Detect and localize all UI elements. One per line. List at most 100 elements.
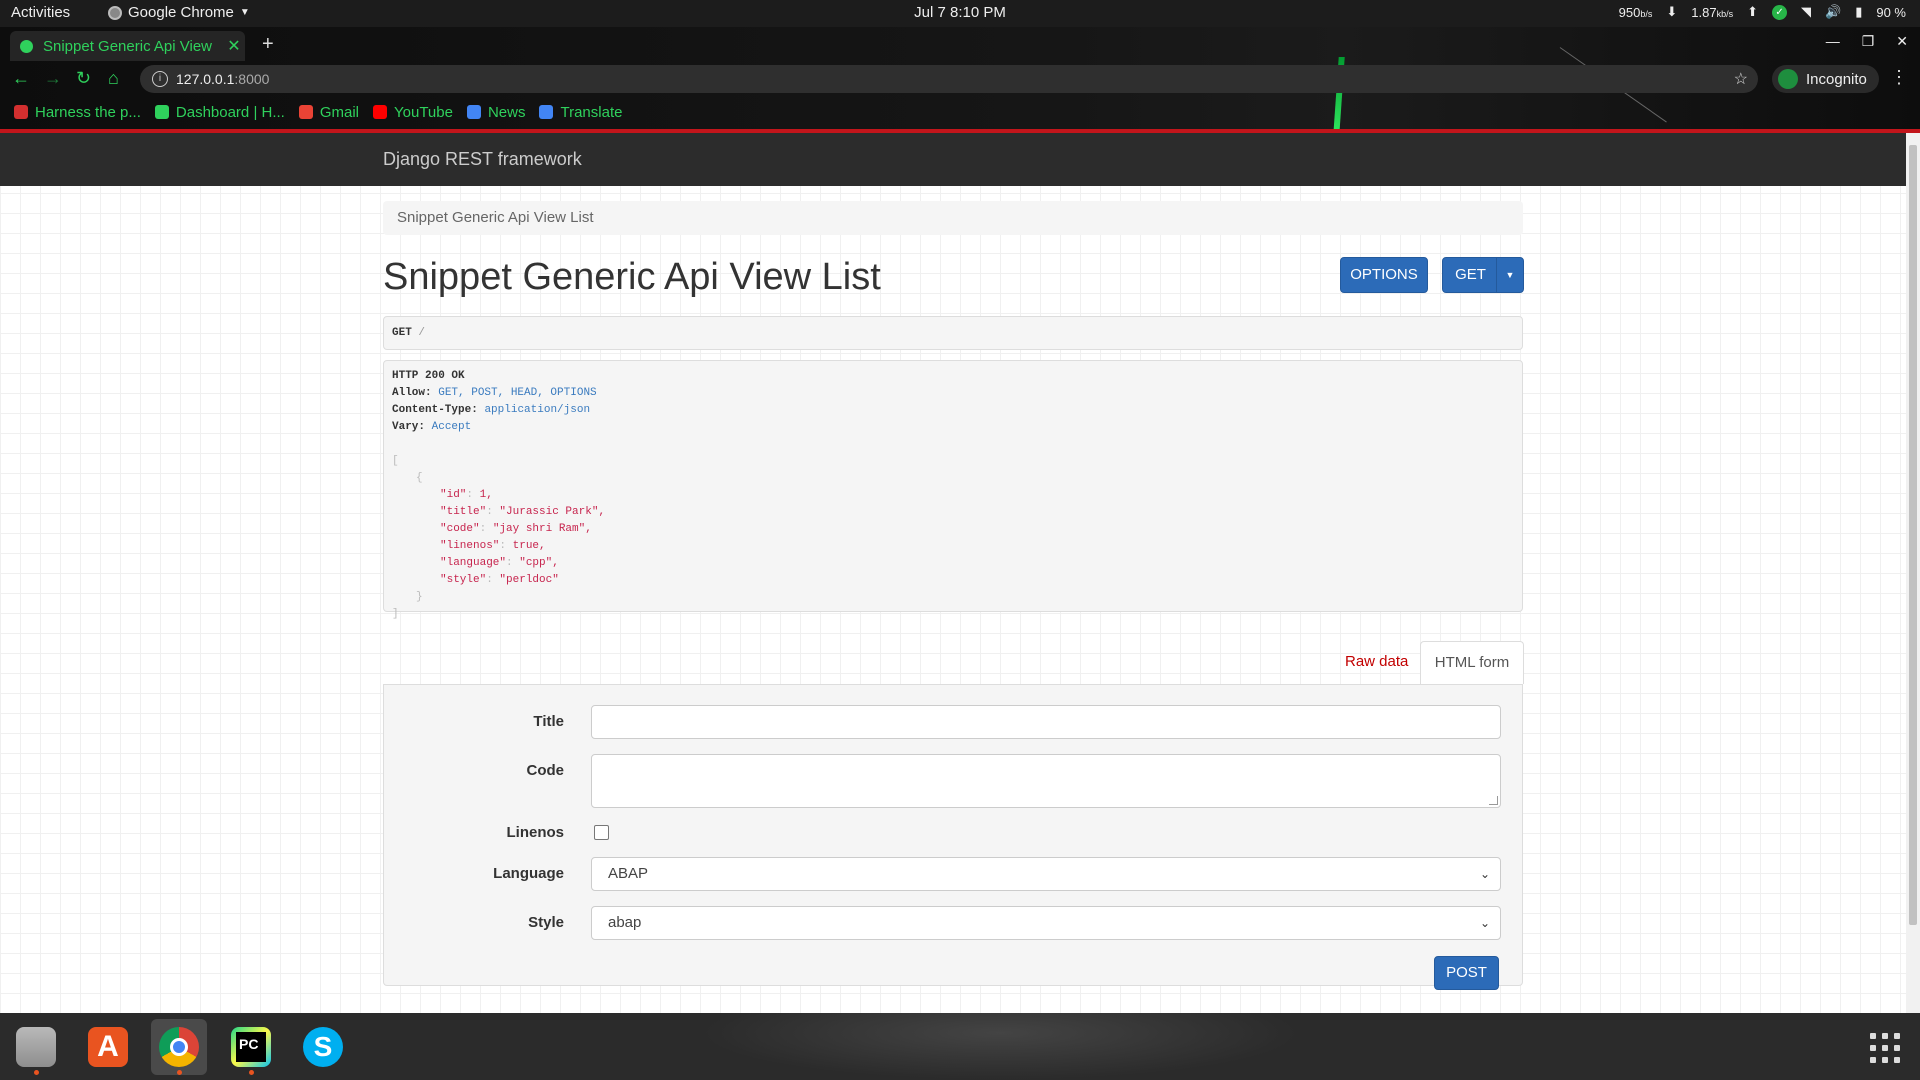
menu-dots-icon[interactable]: ⋮	[1890, 67, 1908, 88]
json-key: "style"	[440, 574, 487, 586]
incognito-icon	[1778, 69, 1798, 89]
drf-brand-link[interactable]: Django REST framework	[383, 149, 582, 170]
bookmarks-bar: Harness the p... Dashboard | H... Gmail …	[0, 99, 1920, 125]
options-button[interactable]: OPTIONS	[1340, 257, 1428, 293]
skype-icon[interactable]: S	[295, 1019, 351, 1075]
pycharm-app-icon	[231, 1027, 271, 1067]
news-icon	[466, 105, 481, 119]
breadcrumb[interactable]: Snippet Generic Api View List	[383, 201, 1523, 235]
restore-icon[interactable]: ❐	[1862, 33, 1875, 50]
response-header: Content-Type: application/json	[392, 402, 1514, 419]
bookmark-label: Gmail	[319, 103, 360, 121]
scrollbar-thumb[interactable]	[1909, 145, 1917, 925]
bookmark-dashboard[interactable]: Dashboard | H...	[154, 103, 285, 121]
system-tray[interactable]: 950b/s ⬇ 1.87kb/s ⬆ ✓ ◥ 🔊 ▮ 90 %	[1619, 4, 1906, 20]
wifi-icon: ◥	[1801, 4, 1812, 19]
ubuntu-dock: A S	[0, 1013, 1920, 1080]
tab-title: Snippet Generic Api View	[43, 37, 212, 55]
json-close-bracket: ]	[392, 608, 399, 620]
page-scrollbar[interactable]	[1906, 133, 1920, 1013]
close-tab-icon[interactable]: ✕	[223, 36, 245, 56]
bookmark-news[interactable]: News	[466, 103, 526, 121]
style-selected-value: abap	[608, 914, 642, 931]
pycharm-icon[interactable]	[223, 1019, 279, 1075]
language-select[interactable]: ABAP ⌄	[591, 857, 1501, 891]
bookmark-label: Harness the p...	[35, 103, 141, 121]
show-apps-icon[interactable]	[1870, 1033, 1900, 1063]
back-arrow-icon[interactable]: ←	[12, 68, 30, 89]
running-indicator	[177, 1070, 182, 1075]
request-path: /	[418, 327, 426, 339]
json-field: "language": "cpp",	[440, 557, 559, 569]
bookmark-label: News	[487, 103, 526, 121]
check-icon[interactable]: ✓	[1772, 4, 1788, 20]
profile-label: Incognito	[1806, 70, 1867, 88]
language-selected-value: ABAP	[608, 865, 649, 882]
forward-arrow-icon[interactable]: →	[44, 68, 62, 89]
page-title: Snippet Generic Api View List	[383, 256, 881, 298]
files-app-icon	[16, 1027, 56, 1067]
json-key: "language"	[440, 557, 507, 569]
code-textarea[interactable]	[591, 754, 1501, 808]
bookmark-youtube[interactable]: YouTube	[373, 104, 453, 121]
bookmark-favicon-icon	[154, 105, 169, 119]
close-window-icon[interactable]: ✕	[1896, 33, 1908, 50]
get-format-dropdown-icon[interactable]: ▼	[1496, 257, 1524, 293]
net-up-unit: kb/s	[1716, 8, 1734, 19]
json-value: 1,	[479, 489, 493, 501]
net-down-speed: 950b/s	[1619, 5, 1653, 20]
json-field: "code": "jay shri Ram",	[440, 523, 592, 535]
tab-html-form[interactable]: HTML form	[1420, 641, 1524, 684]
bookmark-label: Translate	[560, 103, 623, 121]
bookmark-favicon-icon	[14, 105, 28, 119]
url-port: :8000	[234, 71, 270, 87]
title-input[interactable]	[591, 705, 1501, 739]
style-select[interactable]: abap ⌄	[591, 906, 1501, 940]
running-indicator	[249, 1070, 254, 1075]
bookmark-translate[interactable]: Translate	[539, 104, 622, 121]
linenos-checkbox[interactable]	[594, 825, 609, 840]
new-tab-button[interactable]: +	[262, 33, 274, 56]
site-info-icon[interactable]: i	[152, 71, 168, 87]
address-bar[interactable]: i 127.0.0.1:8000 ☆	[140, 65, 1758, 93]
header-value: application/json	[484, 404, 591, 416]
bookmark-harness[interactable]: Harness the p...	[14, 104, 141, 121]
json-close-brace: }	[416, 591, 423, 603]
language-label: Language	[493, 865, 564, 882]
bookmark-star-icon[interactable]: ☆	[1734, 69, 1748, 89]
header-value: Accept	[431, 421, 472, 433]
get-button[interactable]: GET	[1442, 257, 1499, 293]
bookmark-label: YouTube	[394, 103, 453, 121]
home-icon[interactable]: ⌂	[108, 68, 119, 89]
json-field: "id": 1,	[440, 489, 493, 501]
window-controls: — ❐ ✕	[1826, 33, 1908, 50]
reload-icon[interactable]: ↻	[76, 68, 91, 89]
header-key: Vary:	[392, 421, 426, 433]
request-info: GET /	[383, 316, 1523, 350]
bookmark-label: Dashboard | H...	[175, 103, 285, 121]
files-icon[interactable]	[8, 1019, 64, 1075]
minimize-icon[interactable]: —	[1826, 33, 1840, 50]
json-open-brace: {	[416, 472, 423, 484]
translate-icon	[539, 105, 554, 119]
chevron-down-icon: ⌄	[1479, 867, 1490, 881]
json-key: "code"	[440, 523, 480, 535]
header-value: GET, POST, HEAD, OPTIONS	[438, 387, 597, 399]
skype-app-icon: S	[303, 1027, 343, 1067]
chrome-icon[interactable]	[151, 1019, 207, 1075]
request-method: GET	[392, 327, 412, 339]
bookmark-gmail[interactable]: Gmail	[298, 103, 360, 121]
browser-tab[interactable]: Snippet Generic Api View ✕	[10, 31, 245, 61]
chrome-app-icon	[159, 1027, 199, 1067]
json-field: "title": "Jurassic Park",	[440, 506, 606, 518]
response-body: HTTP 200 OK Allow: GET, POST, HEAD, OPTI…	[383, 360, 1523, 620]
tab-favicon-icon	[20, 39, 33, 53]
software-store-icon[interactable]: A	[80, 1019, 136, 1075]
tab-raw-data[interactable]: Raw data	[1345, 653, 1408, 670]
profile-button[interactable]: Incognito	[1772, 65, 1879, 93]
wallpaper-decoration	[700, 1013, 1300, 1080]
navigation-bar: ← → ↻ ⌂ i 127.0.0.1:8000 ☆ Incognito ⋮	[0, 63, 1920, 95]
post-button[interactable]: POST	[1434, 956, 1499, 990]
json-value: "cpp",	[519, 557, 559, 569]
style-label: Style	[528, 914, 564, 931]
